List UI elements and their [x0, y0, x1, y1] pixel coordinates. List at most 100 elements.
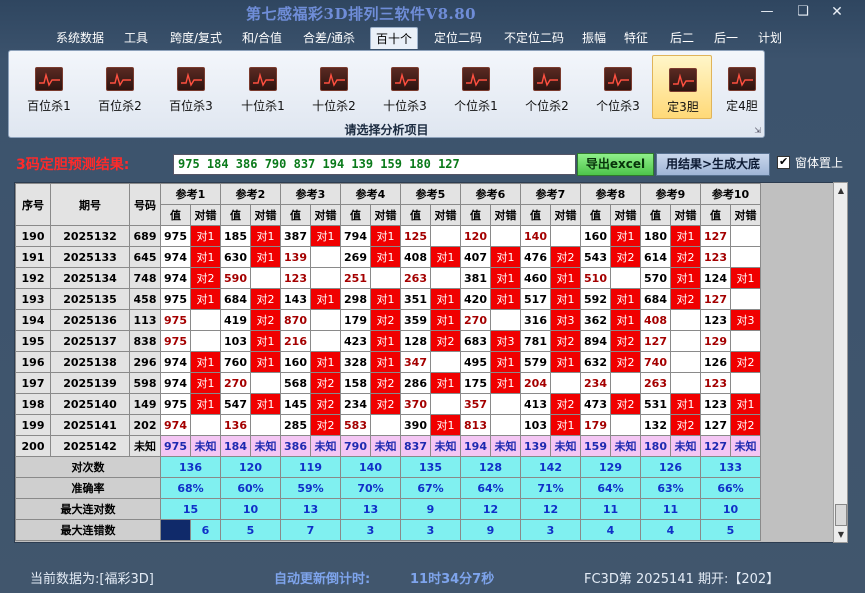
table-row[interactable]: 192 2025134 748 974 对2 590 123 251 263 381 对1 460 对1…	[15, 267, 761, 289]
window-on-top-checkbox[interactable]: ✔	[777, 155, 790, 169]
check-header[interactable]: 对错	[250, 204, 281, 226]
menu-item-0[interactable]: 系统数据	[50, 27, 110, 49]
ribbon-button-7[interactable]: 个位杀2	[517, 55, 577, 119]
title-bar[interactable]: 第七感福彩3D排列三软件V8.80 — ❑ ✕	[0, 0, 865, 27]
value-header[interactable]: 值	[580, 204, 611, 226]
check-header[interactable]: 对错	[670, 204, 701, 226]
check-cell: 对1	[550, 267, 581, 289]
menu-item-8[interactable]: 振幅	[578, 27, 610, 49]
check-header[interactable]: 对错	[610, 204, 641, 226]
stat-row: 最大连错数 6 5 7 3 3 9 3 4 4 5	[15, 519, 761, 541]
pending-row[interactable]: 200 2025142 未知 975 未知 184 未知 386 未知 790 未知 837 未知 194…	[15, 435, 761, 457]
ribbon-button-2[interactable]: 百位杀3	[161, 55, 221, 119]
table-row[interactable]: 196 2025138 296 974 对1 760 对1 160 对1 328 对1 347 495 对…	[15, 351, 761, 373]
ref-header[interactable]: 参考6	[460, 183, 521, 205]
check-header[interactable]: 对错	[310, 204, 341, 226]
scroll-thumb[interactable]	[835, 504, 847, 526]
check-header[interactable]: 对错	[190, 204, 221, 226]
ribbon-button-10[interactable]: 定4胆	[712, 55, 772, 119]
ribbon-button-4[interactable]: 十位杀2	[304, 55, 364, 119]
prediction-result-field[interactable]: 975 184 386 790 837 194 139 159 180 127	[173, 154, 576, 175]
ref-header[interactable]: 参考7	[520, 183, 581, 205]
value-header[interactable]: 值	[160, 204, 191, 226]
menu-item-10[interactable]: 后二	[666, 27, 698, 49]
menu-item-4[interactable]: 合差/通杀	[298, 27, 360, 49]
menu-item-2[interactable]: 跨度/复式	[164, 27, 228, 49]
menu-item-6[interactable]: 定位二码	[428, 27, 488, 49]
ref-header[interactable]: 参考3	[280, 183, 341, 205]
table-row[interactable]: 197 2025139 598 974 对1 270 568 对2 158 对2 286 对1 175 对…	[15, 372, 761, 394]
issue-cell: 2025133	[50, 246, 130, 268]
value-cell: 975	[160, 309, 191, 331]
menu-item-12[interactable]: 计划	[754, 27, 786, 49]
value-header[interactable]: 值	[400, 204, 431, 226]
ref-header[interactable]: 参考1	[160, 183, 221, 205]
value-header[interactable]: 值	[280, 204, 311, 226]
check-cell	[490, 393, 521, 415]
check-header[interactable]: 对错	[730, 204, 761, 226]
table-row[interactable]: 191 2025133 645 974 对1 630 对1 139 269 对1 408 对1 407 对…	[15, 246, 761, 268]
ribbon-button-0[interactable]: 百位杀1	[19, 55, 79, 119]
ribbon-button-5[interactable]: 十位杀3	[375, 55, 435, 119]
ref-header[interactable]: 参考5	[400, 183, 461, 205]
check-header[interactable]: 对错	[370, 204, 401, 226]
ribbon-button-1[interactable]: 百位杀2	[90, 55, 150, 119]
ribbon-button-6[interactable]: 个位杀1	[446, 55, 506, 119]
menu-item-11[interactable]: 后一	[710, 27, 742, 49]
ref-header[interactable]: 参考4	[340, 183, 401, 205]
value-cell: 180	[640, 435, 671, 457]
table-row[interactable]: 198 2025140 149 975 对1 547 对1 145 对2 234 对2 370 357 4…	[15, 393, 761, 415]
check-cell: 对1	[190, 351, 221, 373]
menu-item-5[interactable]: 百十个	[370, 27, 418, 49]
maximize-button[interactable]: ❑	[788, 2, 818, 22]
countdown-value: 11时34分7秒	[410, 572, 495, 587]
table-row[interactable]: 190 2025132 689 975 对1 185 对1 387 对1 794 对1 125 120 1…	[15, 225, 761, 247]
ribbon-button-3[interactable]: 十位杀1	[233, 55, 293, 119]
value-header[interactable]: 值	[220, 204, 251, 226]
check-cell: 对2	[610, 351, 641, 373]
menu-item-7[interactable]: 不定位二码	[498, 27, 570, 49]
value-cell: 124	[700, 267, 731, 289]
ribbon-button-9[interactable]: 定3胆	[652, 55, 712, 119]
menu-item-3[interactable]: 和/合值	[236, 27, 288, 49]
value-cell: 894	[580, 330, 611, 352]
ribbon-expand-icon[interactable]: ⇲	[754, 126, 761, 135]
check-cell: 对1	[190, 288, 221, 310]
export-excel-button[interactable]: 导出excel	[577, 153, 654, 176]
value-header[interactable]: 值	[460, 204, 491, 226]
table-row[interactable]: 199 2025141 202 974 136 285 对2 583 390 对1 813 103 对1…	[15, 414, 761, 436]
menu-item-1[interactable]: 工具	[118, 27, 154, 49]
value-header[interactable]: 值	[340, 204, 371, 226]
stat-value: 9	[460, 519, 521, 541]
generate-base-button[interactable]: 用结果>生成大底	[656, 153, 770, 176]
check-header[interactable]: 对错	[490, 204, 521, 226]
minimize-button[interactable]: —	[752, 2, 782, 22]
table-row[interactable]: 193 2025135 458 975 对1 684 对2 143 对1 298 对1 351 对1 42…	[15, 288, 761, 310]
value-cell: 184	[220, 435, 251, 457]
seq-header[interactable]: 序号	[15, 183, 51, 226]
value-header[interactable]: 值	[640, 204, 671, 226]
issue-header[interactable]: 期号	[50, 183, 130, 226]
number-header[interactable]: 号码	[129, 183, 161, 226]
check-cell	[190, 309, 221, 331]
ref-header[interactable]: 参考8	[580, 183, 641, 205]
ref-header[interactable]: 参考2	[220, 183, 281, 205]
ribbon-button-8[interactable]: 个位杀3	[588, 55, 648, 119]
value-header[interactable]: 值	[700, 204, 731, 226]
check-header[interactable]: 对错	[550, 204, 581, 226]
ref-header[interactable]: 参考9	[640, 183, 701, 205]
table-row[interactable]: 194 2025136 113 975 419 对2 870 179 对2 359 对1 270 316…	[15, 309, 761, 331]
grid-vertical-scrollbar[interactable]: ▲ ▼	[833, 182, 848, 543]
close-button[interactable]: ✕	[822, 2, 852, 22]
ref-header[interactable]: 参考10	[700, 183, 761, 205]
check-header[interactable]: 对错	[430, 204, 461, 226]
check-cell: 对1	[610, 309, 641, 331]
table-row[interactable]: 195 2025137 838 975 103 对1 216 423 对1 128 对2 683 对3 7…	[15, 330, 761, 352]
scroll-down-icon[interactable]: ▼	[835, 528, 847, 541]
scroll-up-icon[interactable]: ▲	[835, 184, 847, 197]
value-header[interactable]: 值	[520, 204, 551, 226]
menu-item-9[interactable]: 特征	[620, 27, 652, 49]
value-cell: 974	[160, 267, 191, 289]
app-title: 第七感福彩3D排列三软件V8.80	[246, 5, 477, 23]
check-cell	[190, 414, 221, 436]
